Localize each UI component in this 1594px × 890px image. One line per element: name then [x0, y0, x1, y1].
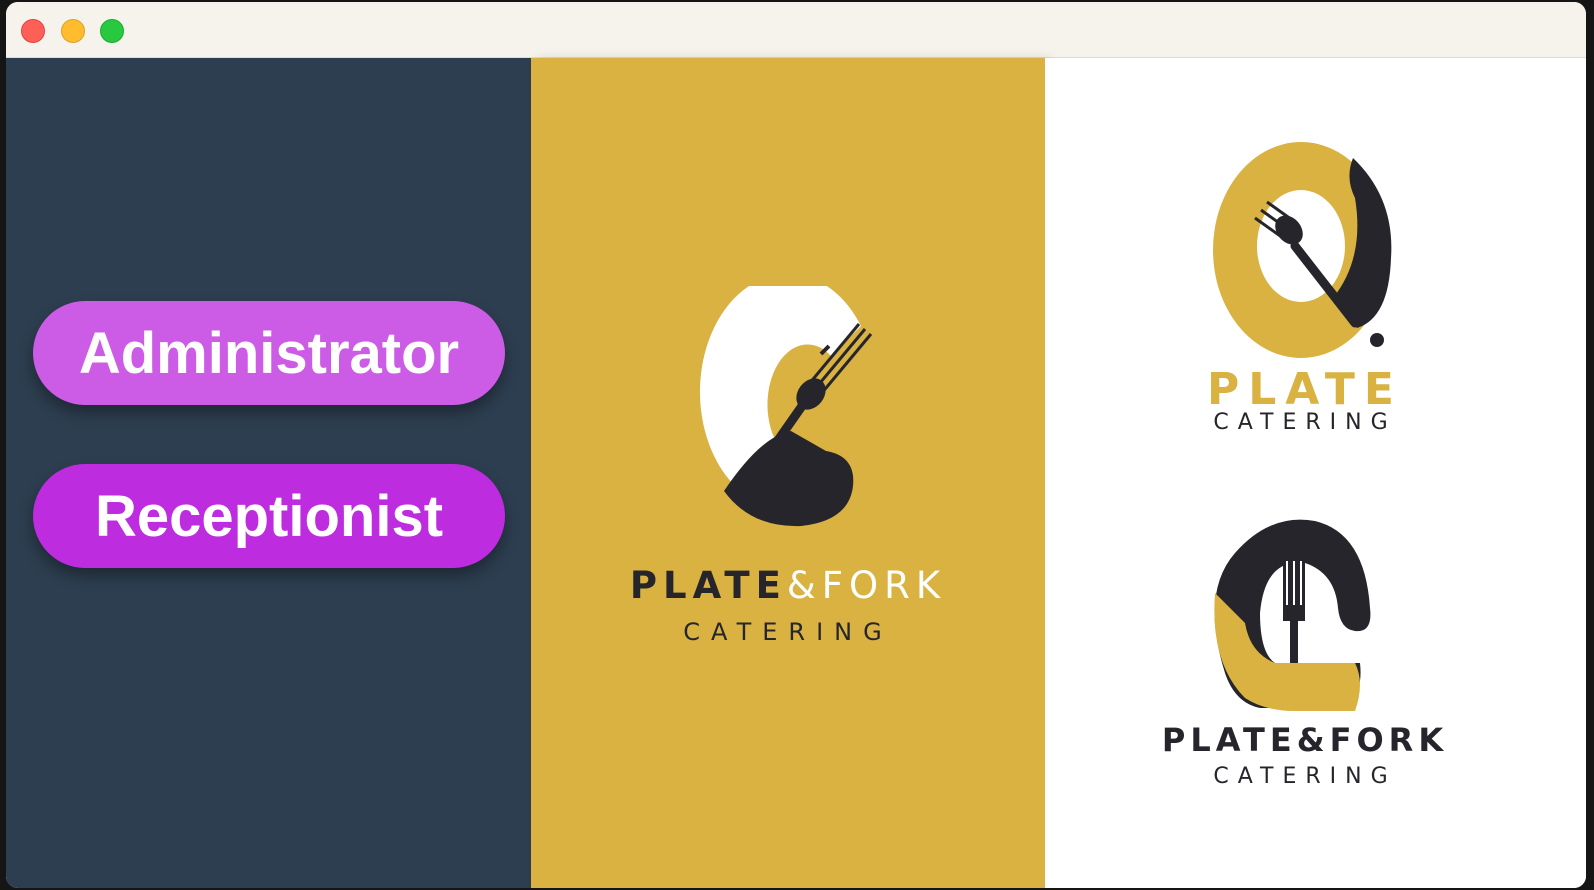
plate-fork-logo-mark	[699, 286, 873, 527]
plate-fork-alt-logo-mark	[1214, 519, 1371, 711]
plate-logo-subtitle: CATERING	[1213, 410, 1397, 435]
administrator-button[interactable]: Administrator	[33, 301, 505, 405]
plate-logo-title: PLATE	[1207, 364, 1403, 415]
title-bar	[6, 2, 1586, 58]
window-minimize-icon[interactable]	[61, 19, 85, 43]
logo-subtitle: CATERING	[683, 618, 893, 646]
plate-logo-mark	[1213, 142, 1392, 358]
brand-panel: PLATE&FORK CATERING	[531, 58, 1045, 888]
logo-title: PLATE&FORK	[629, 564, 947, 607]
logo-variants-panel: PLATE CATERING PLATE&FORK CATERING	[1045, 58, 1586, 888]
receptionist-button[interactable]: Receptionist	[33, 464, 505, 568]
plate-fork-alt-subtitle: CATERING	[1213, 764, 1397, 789]
main-content: Administrator Receptionist PLATE&FORK CA…	[6, 58, 1586, 888]
app-window: Administrator Receptionist PLATE&FORK CA…	[6, 2, 1586, 888]
window-close-icon[interactable]	[21, 19, 45, 43]
plate-fork-alt-title: PLATE&FORK	[1161, 721, 1449, 759]
window-maximize-icon[interactable]	[100, 19, 124, 43]
role-selection-panel: Administrator Receptionist	[6, 58, 531, 888]
